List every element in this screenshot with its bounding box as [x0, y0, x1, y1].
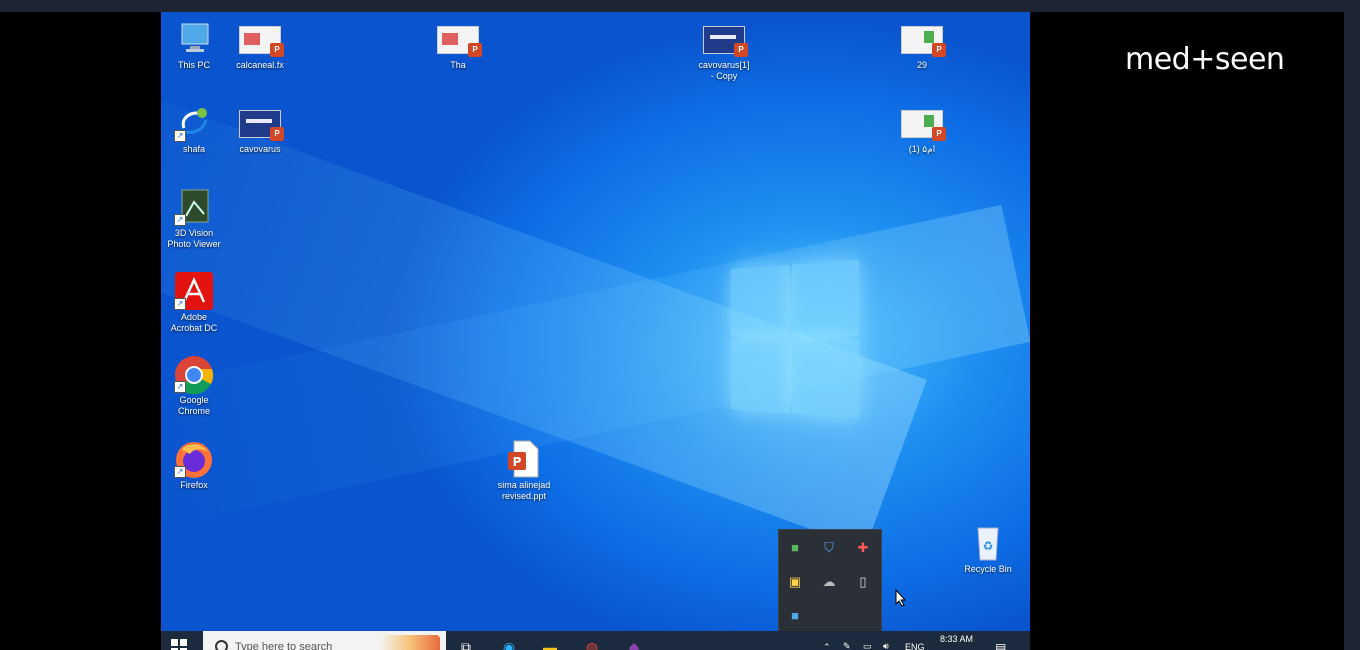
windows-desktop: This PC P calcaneal.fx P Tha P cavovarus… — [161, 12, 1030, 650]
desktop-icon-cavovarus-copy[interactable]: P cavovarus[1] - Copy — [688, 20, 760, 82]
language-indicator[interactable]: ENG — [905, 642, 925, 650]
powerpoint-file-icon: P — [504, 440, 544, 478]
show-hidden-icons-chevron-icon[interactable]: ⌃ — [823, 642, 831, 650]
edge-icon[interactable]: ◉ — [499, 637, 519, 650]
desktop-icon-calcaneal[interactable]: P calcaneal.fx — [224, 20, 296, 71]
notifications-icon[interactable]: ▤ — [995, 641, 1006, 650]
powerpoint-file-icon: P — [239, 110, 284, 141]
acrobat-icon: ↗ — [174, 272, 214, 310]
desktop-icon-chrome[interactable]: ↗ Google Chrome — [161, 355, 230, 417]
taskbar-search[interactable]: Type here to search — [203, 631, 446, 650]
search-highlight-image — [380, 635, 440, 650]
volume-icon[interactable]: 🔊︎ — [883, 641, 889, 650]
clock-time[interactable]: 8:33 AM — [940, 634, 973, 644]
desktop-icon-arabic-file[interactable]: P (1) ۵ام — [886, 104, 958, 155]
desktop-icon-this-pc[interactable]: This PC — [161, 20, 230, 71]
powerpoint-file-icon: P — [437, 26, 482, 57]
desktop-icon-29[interactable]: P 29 — [886, 20, 958, 71]
chrome-icon[interactable]: ◍ — [582, 637, 602, 650]
video-side-panel — [1030, 12, 1344, 650]
shafa-app-icon: ↗ — [174, 104, 214, 142]
desktop-icon-recycle-bin[interactable]: ♻ Recycle Bin — [952, 524, 1024, 575]
desktop-icon-shafa[interactable]: ↗ shafa — [161, 104, 230, 155]
svg-text:♻: ♻ — [983, 539, 994, 553]
desktop-icon-3d-vision[interactable]: ↗ 3D Vision Photo Viewer — [161, 188, 230, 250]
tray-overflow-popup: ■ ⛉ ✚ ▣ ☁ ▯ ■ — [778, 529, 882, 635]
cloud-off-icon[interactable]: ☁ — [821, 574, 837, 590]
computer-icon — [174, 20, 214, 58]
svg-text:P: P — [513, 455, 522, 469]
recycle-bin-icon: ♻ — [968, 524, 1008, 562]
desktop-icon-firefox[interactable]: ↗ Firefox — [161, 440, 230, 491]
desktop-icon-acrobat[interactable]: ↗ Adobe Acrobat DC — [161, 272, 230, 334]
powerpoint-file-icon: P — [901, 26, 946, 57]
search-input[interactable]: Type here to search — [235, 641, 332, 650]
security-badge-icon[interactable]: ▣ — [787, 574, 803, 590]
taskbar: Type here to search ⧉ ◉ ▬ ◍ ◆ ⌃ ✎ ▭ 🔊︎ E… — [161, 631, 1030, 650]
window-frame-top — [0, 0, 1360, 12]
file-explorer-icon[interactable]: ▬ — [540, 637, 560, 650]
pen-icon[interactable]: ✎ — [843, 641, 851, 650]
onenote-icon[interactable]: ◆ — [624, 637, 644, 650]
window-frame-right — [1344, 12, 1360, 650]
desktop-icon-sima-alinejad[interactable]: P sima alinejad revised.ppt — [488, 440, 560, 502]
powerpoint-file-icon: P — [703, 26, 748, 57]
network-icon[interactable]: ▭ — [863, 641, 872, 650]
windows-logo-wallpaper — [731, 260, 859, 420]
usb-icon[interactable]: ▯ — [855, 574, 871, 590]
app-blue-icon[interactable]: ■ — [787, 608, 803, 624]
firefox-icon: ↗ — [174, 440, 214, 478]
medseen-logo: med+seen — [1125, 42, 1285, 77]
start-button[interactable] — [171, 639, 187, 650]
desktop-icon-cavovarus[interactable]: P cavovarus — [224, 104, 296, 155]
powerpoint-file-icon: P — [239, 26, 284, 57]
defender-icon[interactable]: ⛉ — [821, 540, 837, 556]
green-app-icon[interactable]: ■ — [787, 540, 803, 556]
powerpoint-file-icon: P — [901, 110, 946, 141]
search-icon — [215, 640, 228, 650]
photo-viewer-icon: ↗ — [174, 188, 214, 226]
shield-cross-icon[interactable]: ✚ — [855, 540, 871, 556]
chrome-icon: ↗ — [174, 355, 214, 395]
desktop-icon-tha[interactable]: P Tha — [422, 20, 494, 71]
mouse-cursor-icon — [895, 589, 907, 607]
task-view-icon[interactable]: ⧉ — [456, 637, 476, 650]
